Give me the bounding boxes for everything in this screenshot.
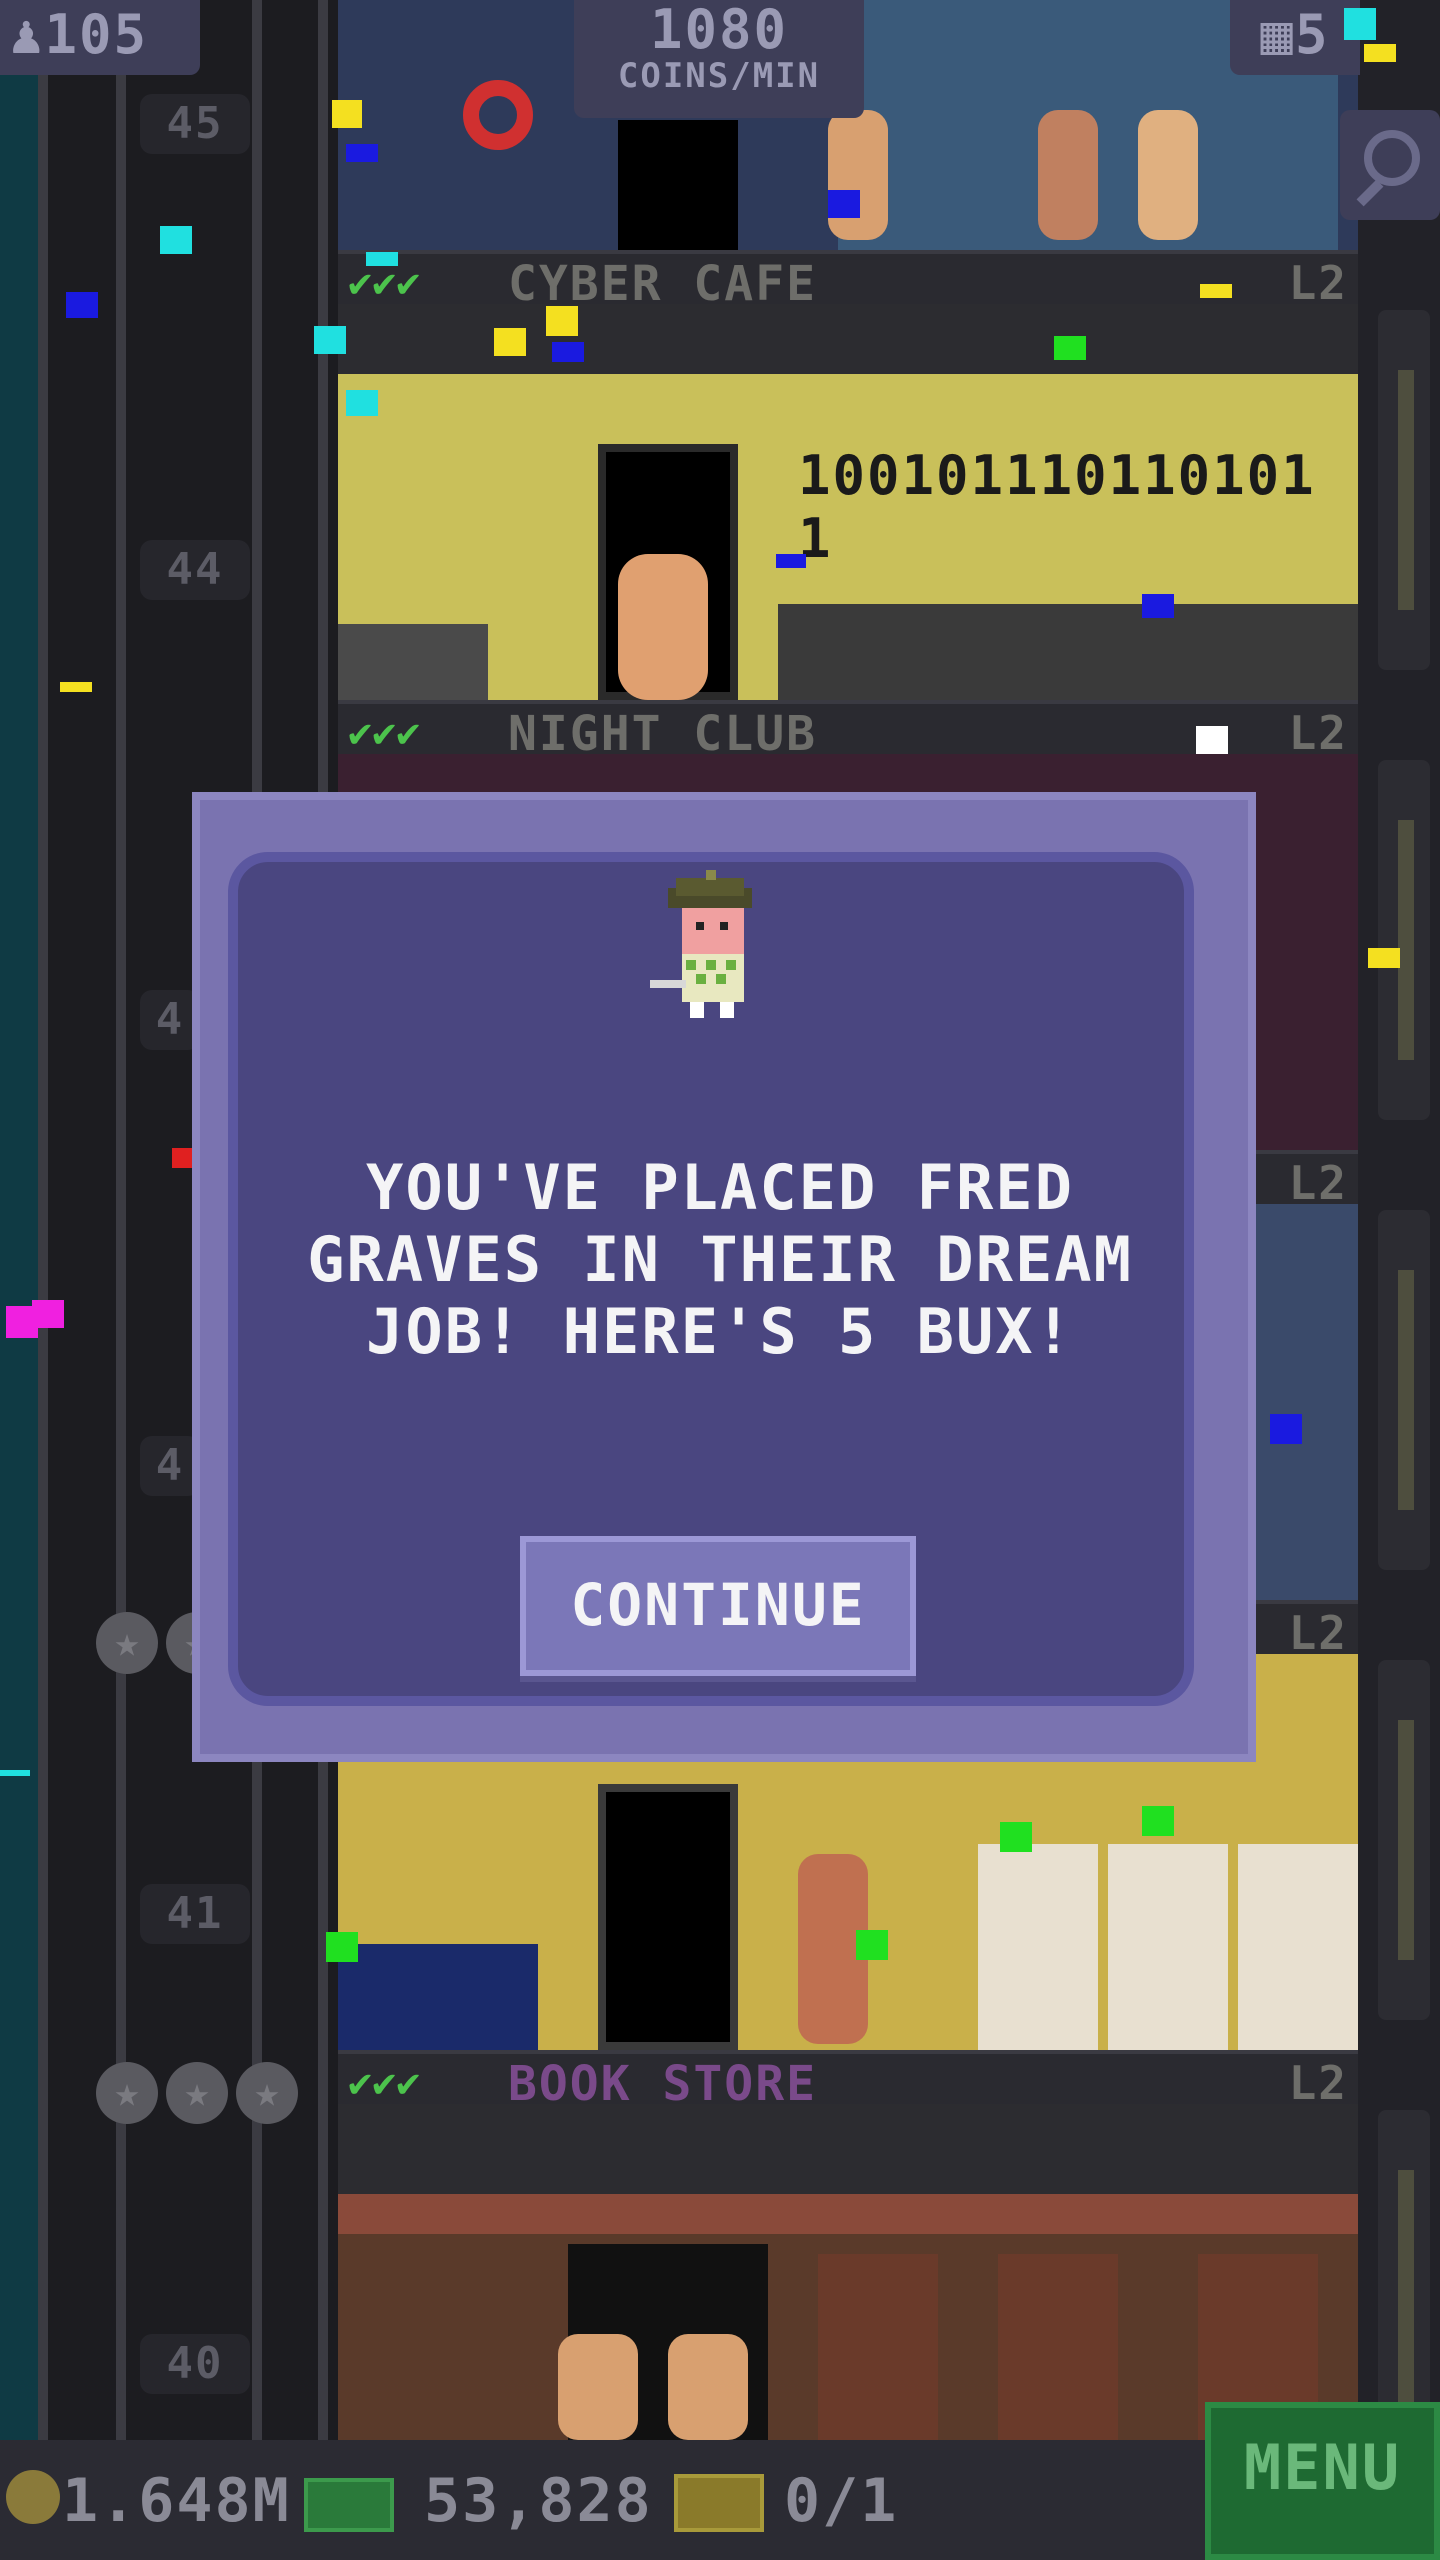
right-window <box>1378 1660 1430 2020</box>
population-value: 105 <box>44 3 149 66</box>
population-counter[interactable]: ♟105 <box>0 0 200 75</box>
ceiling <box>338 304 1358 374</box>
floor-level: L2 <box>1288 256 1348 310</box>
bitizen[interactable] <box>668 2334 748 2440</box>
bitizen[interactable] <box>558 2334 638 2440</box>
confetti <box>1344 8 1376 40</box>
floor-number: 45 <box>140 94 250 154</box>
cyber-cafe-room[interactable]: 100101110110101 1 <box>338 304 1358 700</box>
star-icon: ★ <box>236 2062 298 2124</box>
coins-rate-value: 1080 <box>649 0 789 61</box>
confetti <box>552 342 584 362</box>
coins-total: 1.648M <box>62 2466 291 2536</box>
confetti <box>828 190 860 218</box>
calculator-icon: ▦ <box>1260 3 1295 66</box>
confetti <box>172 1148 192 1168</box>
confetti <box>1142 594 1174 618</box>
check-icon: ✔✔✔ <box>348 2060 421 2106</box>
bookshelf <box>998 2254 1118 2440</box>
confetti <box>0 1770 30 1776</box>
confetti <box>32 1300 64 1328</box>
menu-button[interactable]: MENU <box>1205 2402 1440 2560</box>
star-icon: ★ <box>96 2062 158 2124</box>
floor-level: L2 <box>1288 2056 1348 2110</box>
floor-number: 44 <box>140 540 250 600</box>
book-store-room[interactable] <box>338 2104 1358 2440</box>
floor-number: 40 <box>140 2334 250 2394</box>
vip-slots: 0/1 <box>784 2466 899 2536</box>
counter <box>338 1944 538 2050</box>
confetti <box>1196 726 1228 754</box>
floor-number: 4 <box>140 990 200 1050</box>
confetti <box>66 292 98 318</box>
confetti <box>314 326 346 354</box>
confetti <box>1142 1806 1174 1836</box>
bux-icon <box>304 2478 394 2532</box>
confetti <box>1200 284 1232 298</box>
check-icon: ✔✔✔ <box>348 710 421 756</box>
bitizen[interactable] <box>1138 110 1198 240</box>
calculator-value: 5 <box>1295 3 1330 66</box>
bookshelf <box>818 2254 938 2440</box>
bookshelf <box>1238 1844 1358 2050</box>
elevator-rail <box>38 0 48 2440</box>
right-window <box>1378 310 1430 670</box>
bux-total: 53,828 <box>424 2466 653 2536</box>
calculator-button[interactable]: ▦5 <box>1230 0 1360 75</box>
confetti <box>1368 948 1400 968</box>
brick-wall <box>338 2194 1358 2234</box>
confetti <box>1000 1822 1032 1852</box>
binary-wall-text: 100101110110101 1 <box>798 444 1316 570</box>
right-window <box>1378 1210 1430 1570</box>
confetti <box>60 682 92 692</box>
floor-label-bar[interactable]: ✔✔✔ BOOK STORE L2 <box>338 2050 1358 2112</box>
vip-card-icon[interactable] <box>674 2474 764 2532</box>
right-window <box>1378 760 1430 1120</box>
tower-exterior <box>0 0 38 2440</box>
computer-desks <box>778 604 1358 700</box>
search-button[interactable] <box>1340 110 1440 220</box>
game-scene: 45 44 4 4 41 40 ★ ★ ★ ★ ★ ✔✔✔ CYBER CAFE… <box>0 0 1440 2560</box>
bitizen[interactable] <box>828 110 888 240</box>
star-icon: ★ <box>166 2062 228 2124</box>
star-icon: ★ <box>96 1612 158 1674</box>
confetti <box>546 306 578 336</box>
continue-button[interactable]: CONTINUE <box>520 1536 916 1676</box>
counter <box>338 624 488 700</box>
coins-rate-unit: COINS/MIN <box>617 56 821 96</box>
bookshelf <box>978 1844 1098 2050</box>
confetti <box>332 100 362 128</box>
confetti <box>776 554 806 568</box>
confetti <box>326 1932 358 1962</box>
bitizen[interactable] <box>618 554 708 700</box>
bitizen-golfer-icon <box>650 870 752 1018</box>
bookshelf <box>1108 1844 1228 2050</box>
floor-level: L2 <box>1288 1156 1348 1210</box>
confetti <box>346 390 378 416</box>
floor-number: 41 <box>140 1884 250 1944</box>
coins-rate-panel: 1080 COINS/MIN <box>574 0 864 118</box>
confetti <box>856 1930 888 1960</box>
floor-level: L2 <box>1288 1606 1348 1660</box>
bitizen[interactable] <box>1038 110 1098 240</box>
confetti <box>1054 336 1086 360</box>
person-icon: ♟ <box>10 3 45 66</box>
confetti <box>1364 44 1396 62</box>
coin-icon <box>6 2470 60 2524</box>
confetti <box>1270 1414 1302 1444</box>
confetti <box>346 144 378 162</box>
confetti <box>160 226 192 254</box>
life-ring-icon <box>463 80 533 150</box>
doorway <box>598 1784 738 2050</box>
confetti <box>494 328 526 356</box>
confetti <box>366 252 398 266</box>
check-icon: ✔✔✔ <box>348 260 421 306</box>
floor-level: L2 <box>1288 706 1348 760</box>
floor-number: 4 <box>140 1436 200 1496</box>
ceiling <box>338 2104 1358 2194</box>
reward-message: YOU'VE PLACED FRED GRAVES IN THEIR DREAM… <box>307 1151 1133 1368</box>
doorway <box>618 120 738 250</box>
